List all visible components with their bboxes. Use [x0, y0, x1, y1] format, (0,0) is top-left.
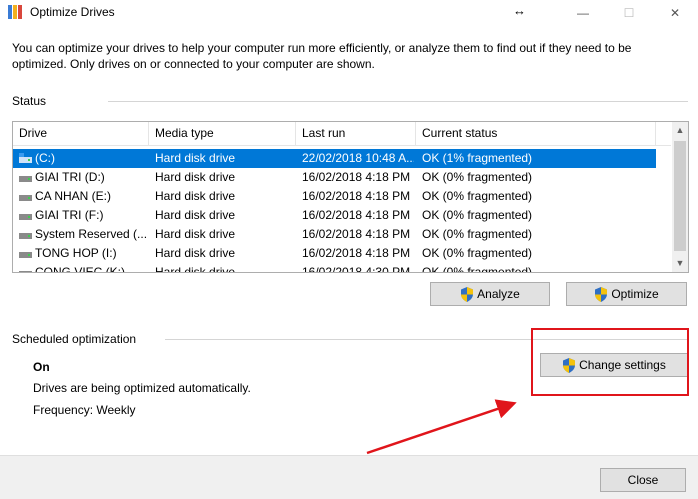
- annotation-arrow-icon: [366, 399, 517, 455]
- close-button[interactable]: Close: [600, 468, 686, 492]
- close-label: Close: [627, 473, 659, 487]
- footer-bar: Close: [0, 455, 698, 499]
